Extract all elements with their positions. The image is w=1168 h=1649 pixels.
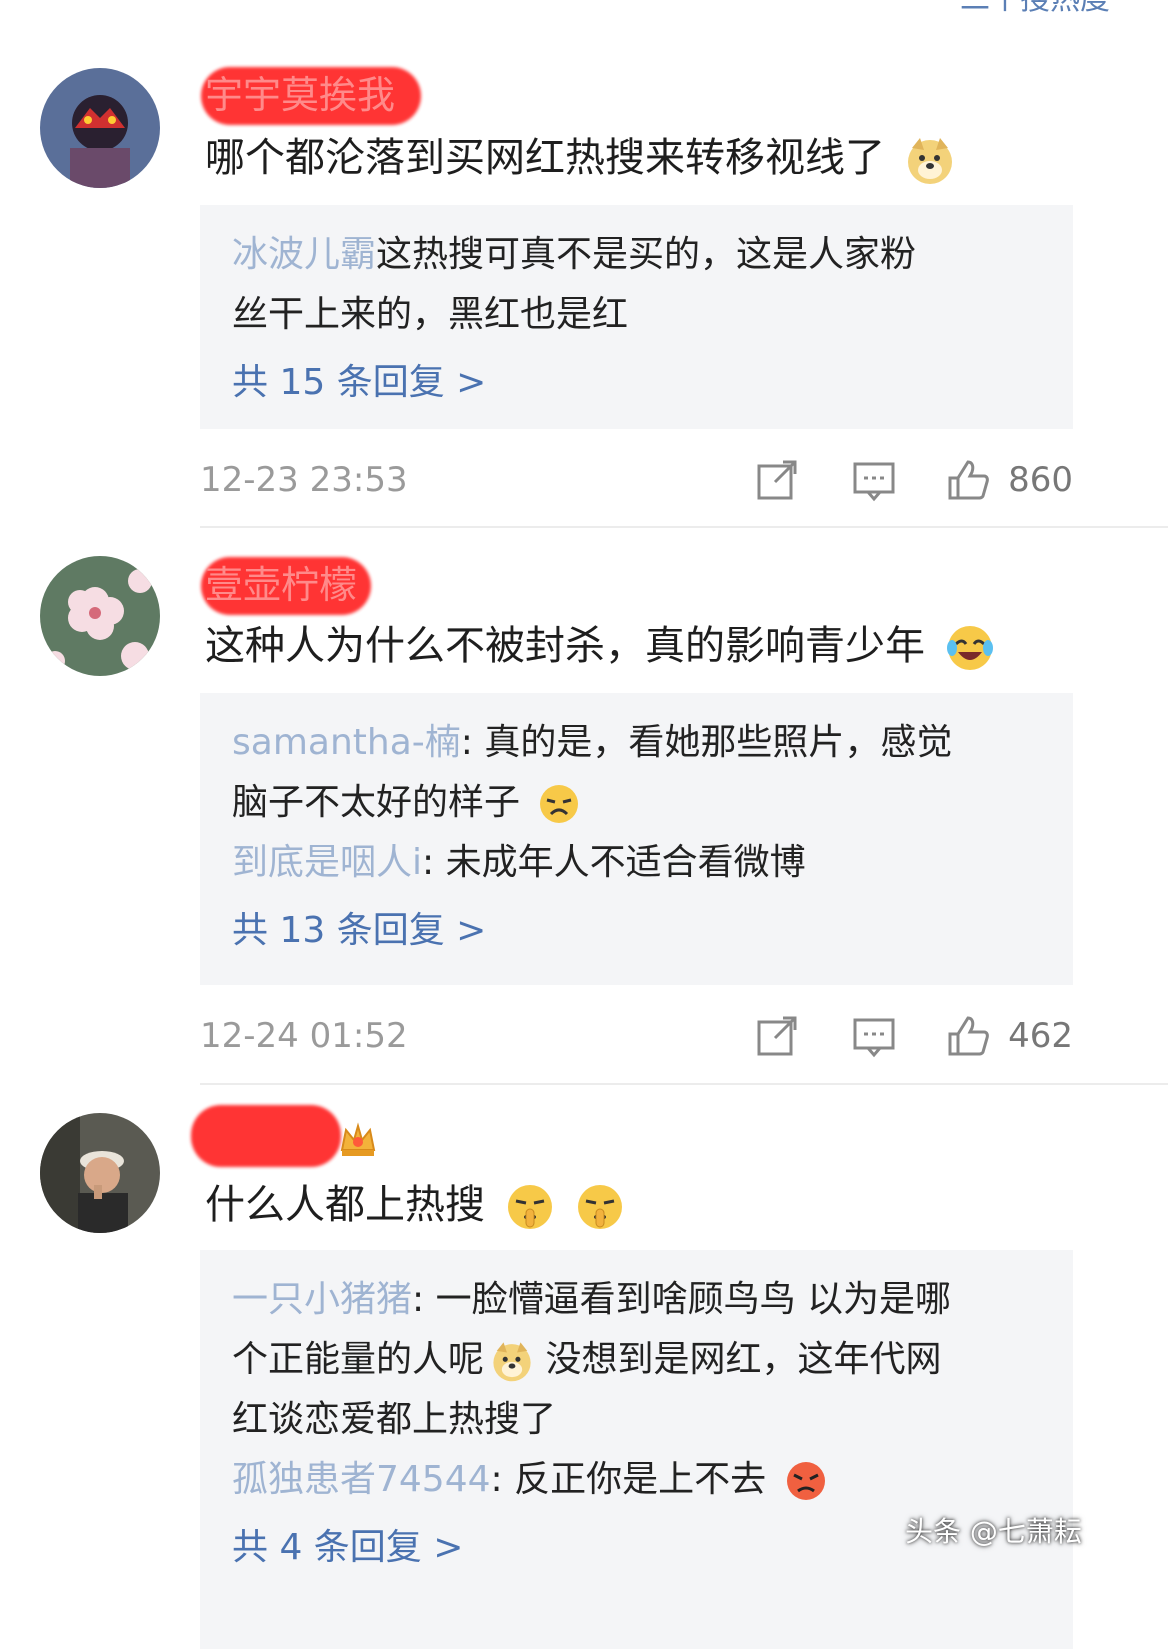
shush-emoji <box>578 1185 623 1229</box>
reply-box: 一只小猪猪: 一脸懵逼看到啥顾鸟鸟 以为是哪 个正能量的人呢 没想到是网红，这年… <box>200 1250 1073 1649</box>
username[interactable] <box>191 1105 355 1167</box>
username[interactable]: 宇宇莫挨我 <box>201 65 425 125</box>
like-icon[interactable] <box>946 458 990 502</box>
like-count: 462 <box>1008 1016 1073 1056</box>
header-partial-text: 二个搜热度 <box>960 0 1110 18</box>
username[interactable]: 壹壶柠檬 <box>201 555 375 615</box>
more-replies-link[interactable]: 共 13 条回复 > <box>232 899 1041 963</box>
comment-text: 哪个都沦落到买网红热搜来转移视线了 <box>205 128 956 188</box>
reply-item[interactable]: 到底是咽人i: 未成年人不适合看微博 <box>232 833 1041 893</box>
reply-username[interactable]: 孤独患者74544 <box>232 1459 491 1500</box>
weary-emoji <box>540 785 579 823</box>
comment-icon[interactable] <box>852 458 896 502</box>
like-icon[interactable] <box>946 1014 990 1058</box>
avatar[interactable] <box>40 68 160 188</box>
divider <box>200 1083 1168 1085</box>
laugh-cry-emoji <box>946 626 993 670</box>
weibo-comment-screenshot: 二个搜热度 宇宇莫挨我 哪个都沦落到买网红热搜来转移视线了 冰波儿霸这热搜可真 <box>0 0 1168 1649</box>
avatar[interactable] <box>40 1113 160 1233</box>
reply-item[interactable]: 一只小猪猪: 一脸懵逼看到啥顾鸟鸟 以为是哪 个正能量的人呢 没想到是网红，这年… <box>232 1270 1041 1450</box>
comment-text: 这种人为什么不被封杀，真的影响青少年 <box>205 616 996 676</box>
reply-username[interactable]: samantha-楠 <box>232 722 461 763</box>
comment-time: 12-23 23:53 <box>200 460 408 500</box>
comment-text: 什么人都上热搜 <box>205 1175 626 1235</box>
doge-emoji <box>907 138 952 184</box>
reply-item[interactable]: 冰波儿霸这热搜可真不是买的，这是人家粉 丝干上来的，黑红也是红 <box>232 225 1041 345</box>
watermark: 头条 @七萧耘 <box>905 1515 1082 1548</box>
doge-emoji <box>493 1342 531 1382</box>
share-icon[interactable] <box>755 1014 799 1058</box>
reply-item[interactable]: 孤独患者74544: 反正你是上不去 <box>232 1450 1041 1510</box>
reply-box: samantha-楠: 真的是，看她那些照片，感觉 脑子不太好的样子 到底是咽人… <box>200 693 1073 985</box>
crown-badge-icon <box>340 1122 376 1156</box>
like-count: 860 <box>1008 460 1073 500</box>
reply-username[interactable]: 一只小猪猪 <box>232 1279 412 1320</box>
reply-item[interactable]: samantha-楠: 真的是，看她那些照片，感觉 脑子不太好的样子 <box>232 713 1041 833</box>
avatar[interactable] <box>40 556 160 676</box>
comment-time: 12-24 01:52 <box>200 1016 408 1056</box>
comment-meta: 12-23 23:53 860 <box>200 450 1073 510</box>
comment-icon[interactable] <box>852 1014 896 1058</box>
comment-meta: 12-24 01:52 462 <box>200 1006 1073 1066</box>
divider <box>200 526 1168 528</box>
angry-emoji <box>786 1462 825 1500</box>
reply-username[interactable]: 冰波儿霸 <box>232 234 376 275</box>
shush-emoji <box>507 1185 552 1229</box>
share-icon[interactable] <box>755 458 799 502</box>
more-replies-link[interactable]: 共 15 条回复 > <box>232 351 1041 415</box>
reply-username[interactable]: 到底是咽人i <box>232 842 422 883</box>
reply-box: 冰波儿霸这热搜可真不是买的，这是人家粉 丝干上来的，黑红也是红 共 15 条回复… <box>200 205 1073 429</box>
